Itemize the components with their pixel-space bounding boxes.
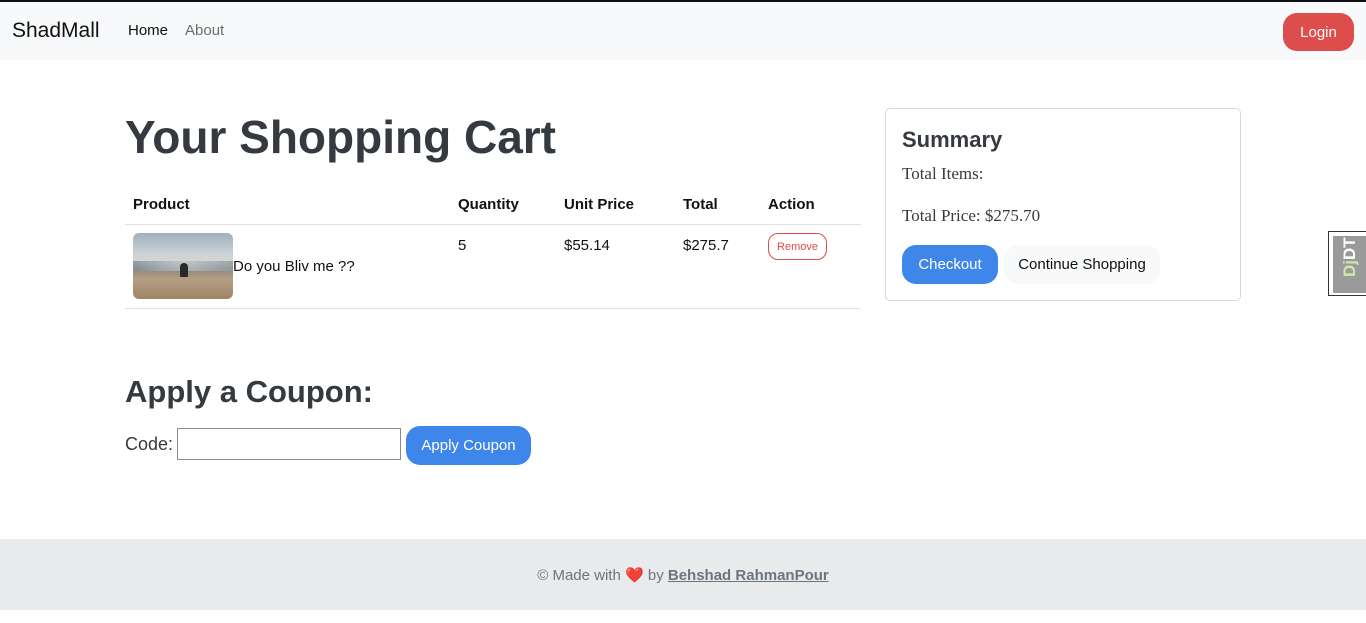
login-button[interactable]: Login [1283, 13, 1354, 51]
column-header-total: Total [683, 196, 718, 213]
column-header-product: Product [133, 196, 190, 213]
apply-coupon-button[interactable]: Apply Coupon [406, 426, 531, 465]
brand-logo[interactable]: ShadMall [12, 19, 100, 43]
column-header-action: Action [768, 196, 815, 213]
product-quantity: 5 [458, 237, 467, 254]
summary-title: Summary [902, 127, 1003, 152]
product-image-figure [180, 263, 188, 277]
product-name: Do you Bliv me ?? [233, 258, 355, 275]
nav-link-home[interactable]: Home [128, 22, 168, 39]
footer-credit: © Made with ❤️ by Behshad RahmanPour [0, 566, 1366, 584]
remove-button[interactable]: Remove [768, 233, 827, 260]
checkout-button[interactable]: Checkout [902, 245, 998, 284]
table-row: Do you Bliv me ?? 5 $55.14 $275.7 Remove [125, 225, 861, 309]
product-unit-price: $55.14 [564, 237, 610, 254]
continue-shopping-button[interactable]: Continue Shopping [1004, 245, 1160, 284]
djdt-handle-label: DjDT [1340, 237, 1359, 277]
total-price-text: Total Price: $275.70 [902, 206, 1041, 225]
heart-icon: ❤️ [625, 567, 644, 584]
summary-card: Summary Total Items: Total Price: $275.7… [885, 108, 1241, 301]
product-total: $275.7 [683, 237, 729, 254]
page-title: Your Shopping Cart [125, 111, 557, 163]
author-link[interactable]: Behshad RahmanPour [668, 567, 829, 584]
footer-by: by [647, 567, 664, 584]
navbar: ShadMall Home About Login [0, 2, 1366, 60]
product-image [133, 233, 233, 299]
column-header-quantity: Quantity [458, 196, 519, 213]
coupon-title: Apply a Coupon: [125, 374, 373, 409]
djdt-toolbar-handle[interactable]: DjDT [1328, 231, 1366, 296]
coupon-code-input[interactable] [177, 428, 401, 460]
total-items-text: Total Items: [902, 164, 984, 183]
table-header-row: Product Quantity Unit Price Total Action [125, 186, 861, 225]
nav-link-about[interactable]: About [185, 22, 224, 39]
coupon-code-label: Code: [125, 434, 174, 454]
footer: © Made with ❤️ by Behshad RahmanPour [0, 539, 1366, 610]
column-header-unit-price: Unit Price [564, 196, 635, 213]
footer-prefix: © Made with [537, 567, 621, 584]
